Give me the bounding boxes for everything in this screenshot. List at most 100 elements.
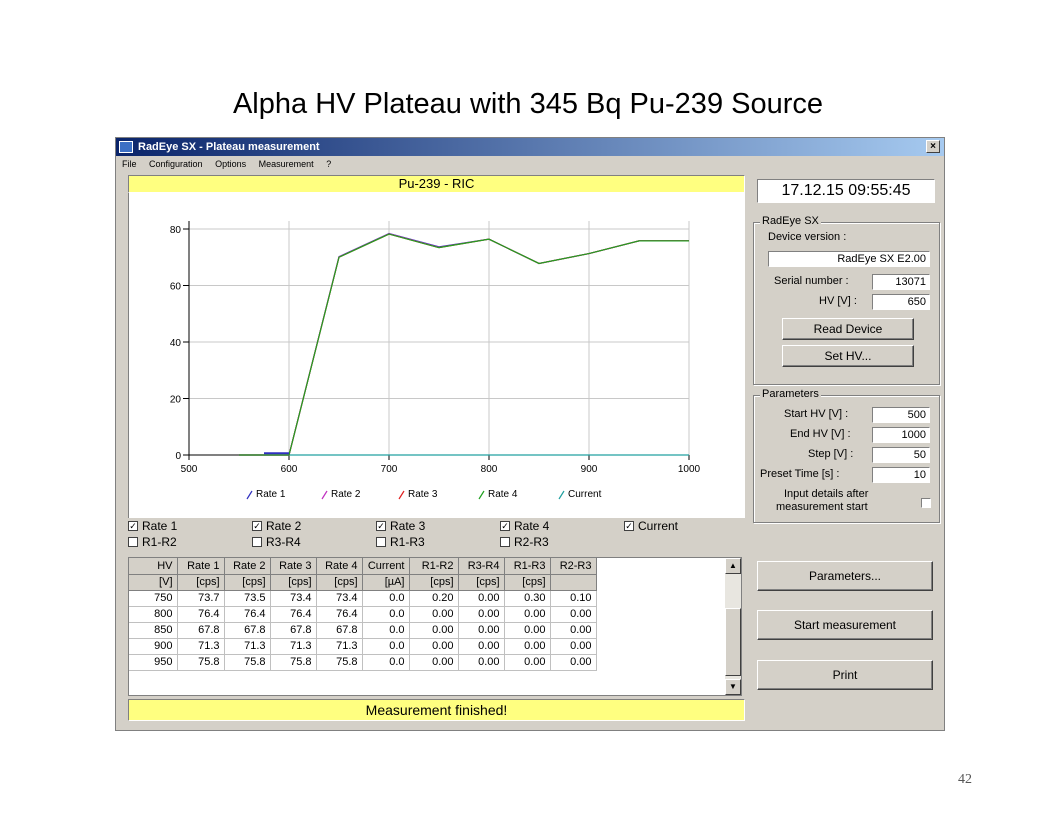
checkbox-rate-4-box[interactable]: ✓ bbox=[500, 521, 510, 531]
table-cell: 0.00 bbox=[504, 654, 551, 671]
checkbox-r1-r3-box[interactable] bbox=[376, 537, 386, 547]
hv-field: 650 bbox=[872, 294, 930, 310]
close-button[interactable]: × bbox=[926, 140, 940, 153]
table-cell: 0.00 bbox=[550, 654, 597, 671]
checkbox-rate-1-box[interactable]: ✓ bbox=[128, 521, 138, 531]
table-cell: R3-R4 bbox=[458, 558, 505, 575]
table-cell: 0.00 bbox=[458, 606, 505, 623]
table-cell: 73.7 bbox=[177, 590, 225, 607]
read-device-button[interactable]: Read Device bbox=[782, 318, 914, 340]
checkbox-current-box[interactable]: ✓ bbox=[624, 521, 634, 531]
menu-options[interactable]: Options bbox=[215, 159, 246, 169]
table-cell: 75.8 bbox=[270, 654, 317, 671]
legend-swatch bbox=[246, 490, 253, 500]
menu-help[interactable]: ? bbox=[326, 159, 331, 169]
step-field[interactable]: 50 bbox=[872, 447, 930, 463]
table-cell: [µA] bbox=[362, 574, 410, 591]
slide-title: Alpha HV Plateau with 345 Bq Pu-239 Sour… bbox=[232, 88, 824, 120]
plateau-window: RadEye SX - Plateau measurement × File C… bbox=[115, 137, 945, 731]
table-cell: Rate 3 bbox=[270, 558, 317, 575]
table-row: 800 76.4 76.4 76.4 76.4 0.0 0.00 0.00 0.00 0.00 bbox=[129, 606, 597, 623]
print-button[interactable]: Print bbox=[757, 660, 933, 690]
table-cell: 75.8 bbox=[224, 654, 271, 671]
table-cell: 0.00 bbox=[504, 638, 551, 655]
table-cell: Rate 1 bbox=[177, 558, 225, 575]
table-row: 950 75.8 75.8 75.8 75.8 0.0 0.00 0.00 0.00 0.00 bbox=[129, 654, 597, 671]
table-row: 850 67.8 67.8 67.8 67.8 0.0 0.00 0.00 0.00 0.00 bbox=[129, 622, 597, 639]
checkbox-r2-r3-label: R2-R3 bbox=[514, 535, 549, 549]
table-cell: [cps] bbox=[458, 574, 505, 591]
table-cell bbox=[550, 574, 597, 591]
results-table[interactable]: HV Rate 1 Rate 2 Rate 3 Rate 4 Current R1-R2 R3… bbox=[128, 557, 742, 696]
table-cell: 0.00 bbox=[504, 622, 551, 639]
table-header-row: HV Rate 1 Rate 2 Rate 3 Rate 4 Current R1-R2 R3… bbox=[129, 558, 597, 575]
legend-label: Rate 3 bbox=[408, 489, 438, 500]
menu-file[interactable]: File bbox=[122, 159, 137, 169]
table-cell: 73.4 bbox=[270, 590, 317, 607]
table-scrollbar[interactable]: ▲ ▼ bbox=[725, 558, 741, 695]
checkbox-r3-r4-box[interactable] bbox=[252, 537, 262, 547]
input-details-checkbox[interactable] bbox=[921, 498, 931, 508]
checkbox-r2-r3-box[interactable] bbox=[500, 537, 510, 547]
series-line-rate-2 bbox=[239, 233, 689, 456]
table-cell: 0.00 bbox=[550, 638, 597, 655]
menu-configuration[interactable]: Configuration bbox=[149, 159, 203, 169]
table-cell: R1-R3 bbox=[504, 558, 551, 575]
table-cell: 0.30 bbox=[504, 590, 551, 607]
table-units-row: [V] [cps] [cps] [cps] [cps] [µA] [cps] [cps] [cp… bbox=[129, 574, 597, 591]
table-cell: [V] bbox=[129, 574, 178, 591]
device-version-label: Device version : bbox=[768, 231, 847, 243]
table-cell: 67.8 bbox=[270, 622, 317, 639]
parameters-button[interactable]: Parameters... bbox=[757, 561, 933, 591]
start-hv-field[interactable]: 500 bbox=[872, 407, 930, 423]
table-cell: 0.00 bbox=[458, 622, 505, 639]
end-hv-field[interactable]: 1000 bbox=[872, 427, 930, 443]
datetime-display: 17.12.15 09:55:45 bbox=[757, 179, 935, 203]
table-row: 900 71.3 71.3 71.3 71.3 0.0 0.00 0.00 0.00 0.00 bbox=[129, 638, 597, 655]
page-number: 42 bbox=[958, 772, 972, 787]
menu-measurement[interactable]: Measurement bbox=[259, 159, 314, 169]
table-cell: [cps] bbox=[270, 574, 317, 591]
start-measurement-button[interactable]: Start measurement bbox=[757, 610, 933, 640]
table-cell: 0.00 bbox=[550, 606, 597, 623]
window-titlebar[interactable]: RadEye SX - Plateau measurement × bbox=[116, 138, 944, 156]
chart-header: Pu-239 - RIC bbox=[128, 175, 745, 193]
y-tick-label: 40 bbox=[170, 338, 182, 349]
checkbox-rate-2-label: Rate 2 bbox=[266, 519, 302, 533]
legend-swatch bbox=[478, 490, 485, 500]
scroll-thumb[interactable] bbox=[725, 608, 741, 676]
series-checkboxes: ✓ Rate 1 ✓ Rate 2 ✓ Rate 3 ✓ Rate 4 ✓ Current… bbox=[128, 519, 748, 553]
table-cell: [cps] bbox=[409, 574, 459, 591]
scroll-down-button[interactable]: ▼ bbox=[725, 679, 741, 695]
table-cell: Current bbox=[362, 558, 410, 575]
table-cell: R2-R3 bbox=[550, 558, 597, 575]
table-cell: 900 bbox=[129, 638, 178, 655]
table-cell: 76.4 bbox=[316, 606, 363, 623]
table-cell: 73.4 bbox=[316, 590, 363, 607]
checkbox-rate-1-label: Rate 1 bbox=[142, 519, 178, 533]
table-cell: 71.3 bbox=[316, 638, 363, 655]
table-cell: 0.0 bbox=[362, 622, 410, 639]
legend-swatch bbox=[321, 490, 328, 500]
table-cell: Rate 2 bbox=[224, 558, 271, 575]
table-cell: 950 bbox=[129, 654, 178, 671]
table-cell: 0.0 bbox=[362, 590, 410, 607]
checkbox-r1-r2-label: R1-R2 bbox=[142, 535, 177, 549]
y-tick-label: 20 bbox=[170, 395, 182, 406]
device-version-field: RadEye SX E2.00 bbox=[768, 251, 930, 267]
legend-swatch bbox=[558, 490, 565, 500]
input-details-label-2: measurement start bbox=[776, 501, 868, 513]
table-cell: 76.4 bbox=[270, 606, 317, 623]
checkbox-rate-3-box[interactable]: ✓ bbox=[376, 521, 386, 531]
checkbox-r1-r2-box[interactable] bbox=[128, 537, 138, 547]
scroll-up-button[interactable]: ▲ bbox=[725, 558, 741, 574]
serial-number-label: Serial number : bbox=[774, 275, 849, 287]
table-cell: 0.00 bbox=[409, 606, 459, 623]
x-tick-label: 700 bbox=[381, 464, 398, 475]
legend-label: Current bbox=[568, 489, 602, 500]
preset-time-field[interactable]: 10 bbox=[872, 467, 930, 483]
table-cell: 73.5 bbox=[224, 590, 271, 607]
checkbox-rate-2-box[interactable]: ✓ bbox=[252, 521, 262, 531]
window-title: RadEye SX - Plateau measurement bbox=[138, 141, 320, 153]
set-hv-button[interactable]: Set HV... bbox=[782, 345, 914, 367]
